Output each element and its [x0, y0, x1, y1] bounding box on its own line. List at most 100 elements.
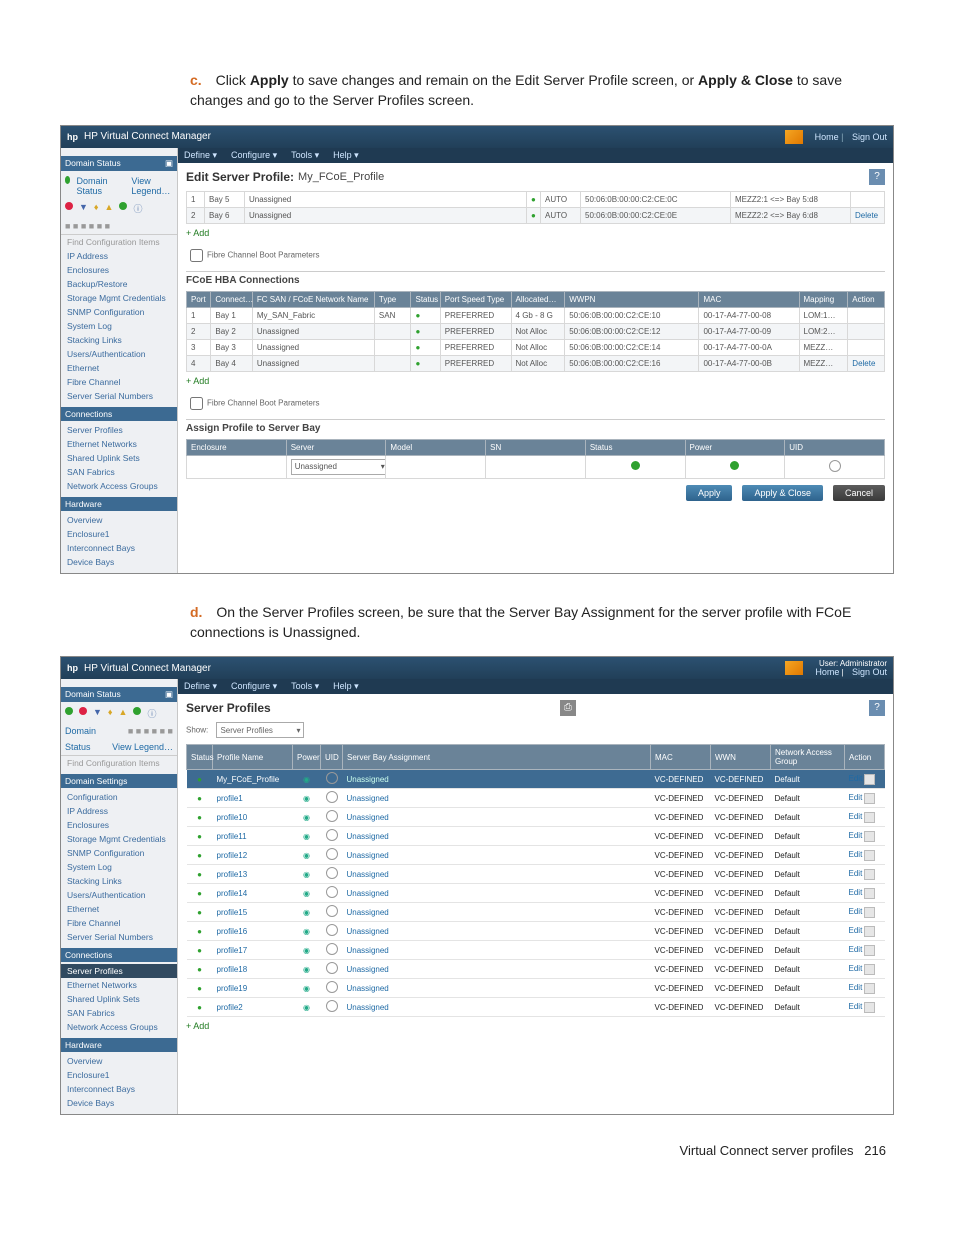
- edit-button[interactable]: Edit: [849, 926, 876, 935]
- sidebar-item[interactable]: Enclosures: [61, 263, 177, 277]
- find-input[interactable]: Find Configuration Items: [61, 755, 177, 770]
- edit-button[interactable]: Edit: [849, 850, 876, 859]
- sidebar-item[interactable]: Network Access Groups: [61, 1020, 177, 1034]
- sidebar-item[interactable]: SNMP Configuration: [61, 846, 177, 860]
- sidebar-item[interactable]: Fibre Channel: [61, 375, 177, 389]
- home-link[interactable]: Home: [815, 132, 839, 142]
- fc-boot-checkbox-2[interactable]: [190, 397, 203, 410]
- show-select[interactable]: Server Profiles▾: [216, 722, 304, 738]
- sidebar-item[interactable]: Overview: [61, 513, 177, 527]
- menu-tools[interactable]: Tools ▾: [291, 150, 319, 161]
- profile-link[interactable]: profile14: [217, 889, 248, 898]
- sidebar-item[interactable]: Device Bays: [61, 1096, 177, 1110]
- edit-button[interactable]: Edit: [849, 888, 876, 897]
- table-row[interactable]: ● My_FCoE_Profile ◉ Unassigned VC-DEFINE…: [187, 770, 885, 789]
- assignment-link[interactable]: Unassigned: [347, 813, 389, 822]
- assignment-link[interactable]: Unassigned: [347, 794, 389, 803]
- sidebar-item[interactable]: Interconnect Bays: [61, 1082, 177, 1096]
- profile-link[interactable]: profile19: [217, 984, 248, 993]
- sidebar-item[interactable]: Network Access Groups: [61, 479, 177, 493]
- add-fcoe-button[interactable]: + Add: [186, 376, 209, 386]
- menu-configure[interactable]: Configure ▾: [231, 681, 277, 692]
- profile-link[interactable]: profile15: [217, 908, 248, 917]
- assignment-link[interactable]: Unassigned: [347, 946, 389, 955]
- sidebar-item[interactable]: Configuration: [61, 790, 177, 804]
- table-row[interactable]: ● profile13 ◉ Unassigned VC-DEFINEDVC-DE…: [187, 865, 885, 884]
- edit-button[interactable]: Edit: [849, 964, 876, 973]
- assignment-link[interactable]: Unassigned: [347, 927, 389, 936]
- sidebar-item[interactable]: Server Profiles: [61, 964, 177, 978]
- edit-button[interactable]: Edit: [849, 907, 876, 916]
- assignment-link[interactable]: Unassigned: [347, 870, 389, 879]
- sidebar-item[interactable]: Overview: [61, 1054, 177, 1068]
- sidebar-item[interactable]: SAN Fabrics: [61, 1006, 177, 1020]
- table-row[interactable]: ● profile14 ◉ Unassigned VC-DEFINEDVC-DE…: [187, 884, 885, 903]
- sidebar-item[interactable]: Ethernet Networks: [61, 437, 177, 451]
- assignment-link[interactable]: Unassigned: [347, 832, 389, 841]
- sidebar-item[interactable]: Interconnect Bays: [61, 541, 177, 555]
- sidebar-item[interactable]: IP Address: [61, 804, 177, 818]
- edit-button[interactable]: Edit: [849, 774, 876, 783]
- profile-link[interactable]: profile17: [217, 946, 248, 955]
- profile-link[interactable]: profile2: [217, 1003, 243, 1012]
- sidebar-item[interactable]: Shared Uplink Sets: [61, 451, 177, 465]
- table-row[interactable]: ● profile1 ◉ Unassigned VC-DEFINEDVC-DEF…: [187, 789, 885, 808]
- sidebar-item[interactable]: SAN Fabrics: [61, 465, 177, 479]
- help-icon[interactable]: ?: [869, 700, 885, 716]
- sidebar-item[interactable]: Server Serial Numbers: [61, 930, 177, 944]
- find-input[interactable]: Find Configuration Items: [61, 234, 177, 249]
- apply-button[interactable]: Apply: [686, 485, 733, 501]
- add-ethernet-button[interactable]: + Add: [186, 228, 209, 238]
- sidebar-item[interactable]: IP Address: [61, 249, 177, 263]
- profile-link[interactable]: profile13: [217, 870, 248, 879]
- profile-link[interactable]: profile10: [217, 813, 248, 822]
- sidebar-item[interactable]: Stacking Links: [61, 333, 177, 347]
- table-row[interactable]: ● profile16 ◉ Unassigned VC-DEFINEDVC-DE…: [187, 922, 885, 941]
- edit-button[interactable]: Edit: [849, 1002, 876, 1011]
- edit-button[interactable]: Edit: [849, 831, 876, 840]
- table-row[interactable]: ● profile12 ◉ Unassigned VC-DEFINEDVC-DE…: [187, 846, 885, 865]
- profile-link[interactable]: profile18: [217, 965, 248, 974]
- sidebar-item[interactable]: Server Serial Numbers: [61, 389, 177, 403]
- table-row[interactable]: ● profile17 ◉ Unassigned VC-DEFINEDVC-DE…: [187, 941, 885, 960]
- table-row[interactable]: ● profile18 ◉ Unassigned VC-DEFINEDVC-DE…: [187, 960, 885, 979]
- home-link[interactable]: Home: [815, 667, 839, 677]
- assignment-link[interactable]: Unassigned: [347, 908, 389, 917]
- profile-link[interactable]: profile16: [217, 927, 248, 936]
- print-icon[interactable]: ⎙: [560, 700, 576, 716]
- table-row[interactable]: ● profile15 ◉ Unassigned VC-DEFINEDVC-DE…: [187, 903, 885, 922]
- edit-button[interactable]: Edit: [849, 945, 876, 954]
- sidebar-item[interactable]: Shared Uplink Sets: [61, 992, 177, 1006]
- sidebar-item[interactable]: Users/Authentication: [61, 347, 177, 361]
- cancel-button[interactable]: Cancel: [833, 485, 885, 501]
- collapse-icon[interactable]: ▣: [165, 158, 173, 169]
- profile-link[interactable]: profile11: [217, 832, 247, 841]
- server-select[interactable]: Unassigned▾: [291, 459, 386, 475]
- menu-help[interactable]: Help ▾: [333, 150, 359, 161]
- edit-button[interactable]: Edit: [849, 983, 876, 992]
- sidebar-item[interactable]: Stacking Links: [61, 874, 177, 888]
- apply-close-button[interactable]: Apply & Close: [742, 485, 823, 501]
- sidebar-item[interactable]: Ethernet Networks: [61, 978, 177, 992]
- sidebar-item[interactable]: SNMP Configuration: [61, 305, 177, 319]
- menu-tools[interactable]: Tools ▾: [291, 681, 319, 692]
- menu-define[interactable]: Define ▾: [184, 681, 217, 692]
- signout-link[interactable]: Sign Out: [852, 132, 887, 142]
- sidebar-item[interactable]: Device Bays: [61, 555, 177, 569]
- collapse-icon[interactable]: ▣: [165, 689, 173, 700]
- sidebar-item[interactable]: Server Profiles: [61, 423, 177, 437]
- profile-link[interactable]: profile1: [217, 794, 243, 803]
- sidebar-item[interactable]: System Log: [61, 860, 177, 874]
- table-row[interactable]: ● profile19 ◉ Unassigned VC-DEFINEDVC-DE…: [187, 979, 885, 998]
- sidebar-item[interactable]: Fibre Channel: [61, 916, 177, 930]
- table-row[interactable]: ● profile2 ◉ Unassigned VC-DEFINEDVC-DEF…: [187, 998, 885, 1017]
- sidebar-item[interactable]: Enclosures: [61, 818, 177, 832]
- profile-link[interactable]: profile12: [217, 851, 248, 860]
- assignment-link[interactable]: Unassigned: [347, 1003, 389, 1012]
- edit-button[interactable]: Edit: [849, 869, 876, 878]
- sidebar-item[interactable]: Ethernet: [61, 361, 177, 375]
- sidebar-item[interactable]: System Log: [61, 319, 177, 333]
- table-row[interactable]: ● profile11 ◉ Unassigned VC-DEFINEDVC-DE…: [187, 827, 885, 846]
- sidebar-item[interactable]: Storage Mgmt Credentials: [61, 832, 177, 846]
- assignment-link[interactable]: Unassigned: [347, 984, 389, 993]
